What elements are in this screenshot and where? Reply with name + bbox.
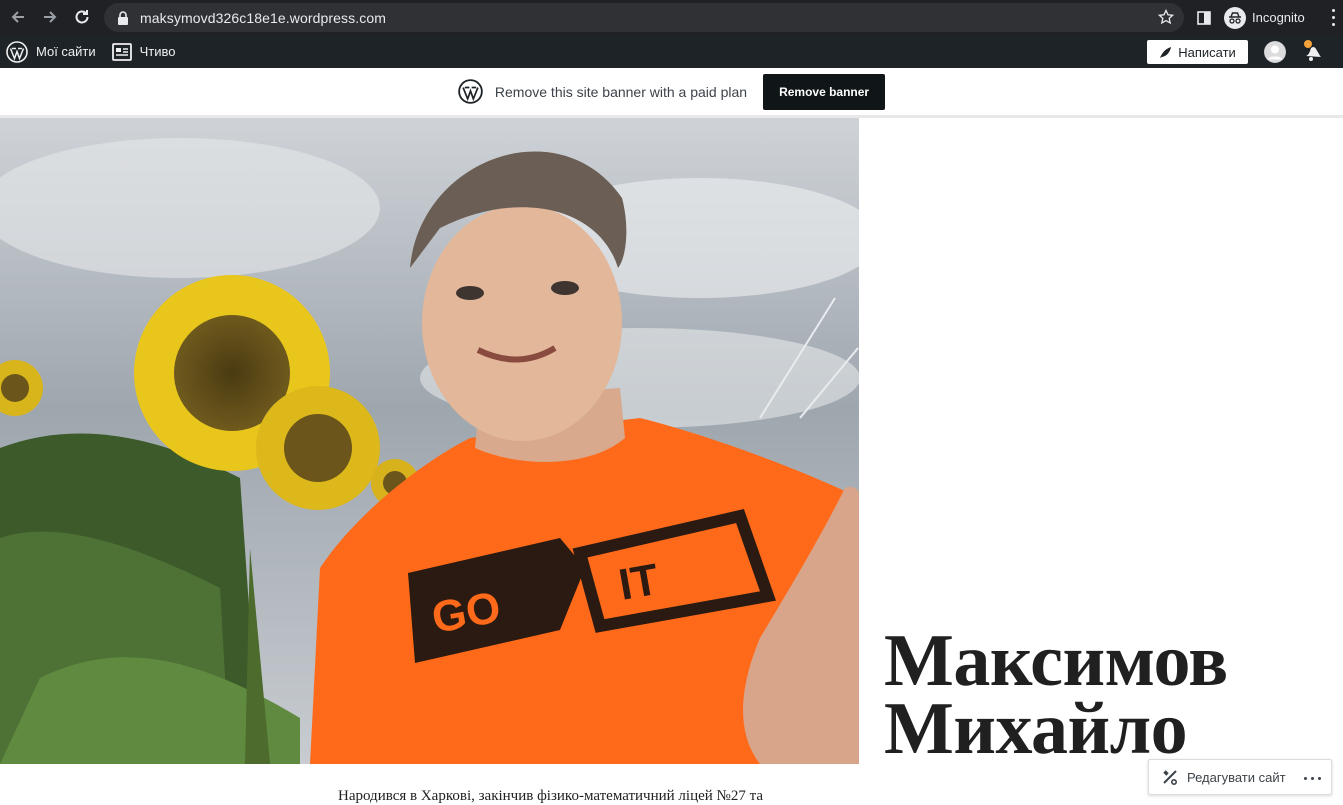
arrow-right-icon [44, 11, 57, 23]
wordpress-logo-icon [458, 79, 483, 104]
reader-label: Чтиво [139, 44, 176, 59]
remove-banner-button[interactable]: Remove banner [763, 73, 886, 110]
reload-icon [75, 10, 89, 24]
forward-button[interactable] [34, 1, 66, 33]
notification-dot [1304, 40, 1312, 48]
pen-icon [1160, 46, 1172, 58]
edit-site-label: Редагувати сайт [1187, 769, 1286, 785]
incognito-label: Incognito [1252, 10, 1305, 25]
browser-toolbar: maksymovd326c18e1e.wordpress.com Incogni… [0, 0, 1343, 35]
wordpress-logo-icon [6, 40, 28, 63]
site-title[interactable]: Максимов Михайло [884, 620, 1228, 770]
avatar[interactable] [1264, 41, 1286, 63]
header-photo: GO IT [0, 118, 859, 764]
reader-icon [111, 42, 132, 61]
my-sites-menu[interactable]: Мої сайти [2, 35, 100, 68]
back-button[interactable] [2, 1, 34, 33]
reader-menu[interactable]: Чтиво [108, 35, 180, 68]
more-options-icon[interactable] [1304, 777, 1321, 780]
star-icon[interactable] [1157, 8, 1175, 25]
toolbar-right: Incognito [1196, 0, 1305, 35]
banner-text: Remove this site banner with a paid plan [494, 83, 748, 100]
my-sites-label: Мої сайти [36, 44, 96, 59]
incognito-icon [1224, 6, 1246, 29]
tools-icon [1163, 770, 1178, 786]
site-title-line-1: Максимов [884, 620, 1228, 702]
write-button[interactable]: Написати [1147, 40, 1248, 64]
site-title-line-2: Михайло [884, 688, 1188, 770]
side-panel-icon[interactable] [1196, 10, 1212, 26]
url-text[interactable]: maksymovd326c18e1e.wordpress.com [140, 10, 386, 26]
reload-button[interactable] [66, 1, 98, 33]
browser-menu-icon[interactable] [1330, 9, 1336, 26]
address-bar[interactable]: maksymovd326c18e1e.wordpress.com [104, 3, 1184, 32]
edit-site-button[interactable]: Редагувати сайт [1148, 759, 1332, 795]
bio-paragraph: Народився в Харкові, закінчив фізико-мат… [338, 788, 764, 804]
upgrade-banner: Remove this site banner with a paid plan… [0, 68, 1343, 118]
lock-icon[interactable] [116, 10, 130, 25]
wp-admin-bar: Мої сайти Чтиво Написати [0, 35, 1343, 68]
write-label: Написати [1178, 44, 1236, 60]
arrow-left-icon [11, 11, 24, 23]
incognito-indicator[interactable]: Incognito [1224, 6, 1305, 29]
